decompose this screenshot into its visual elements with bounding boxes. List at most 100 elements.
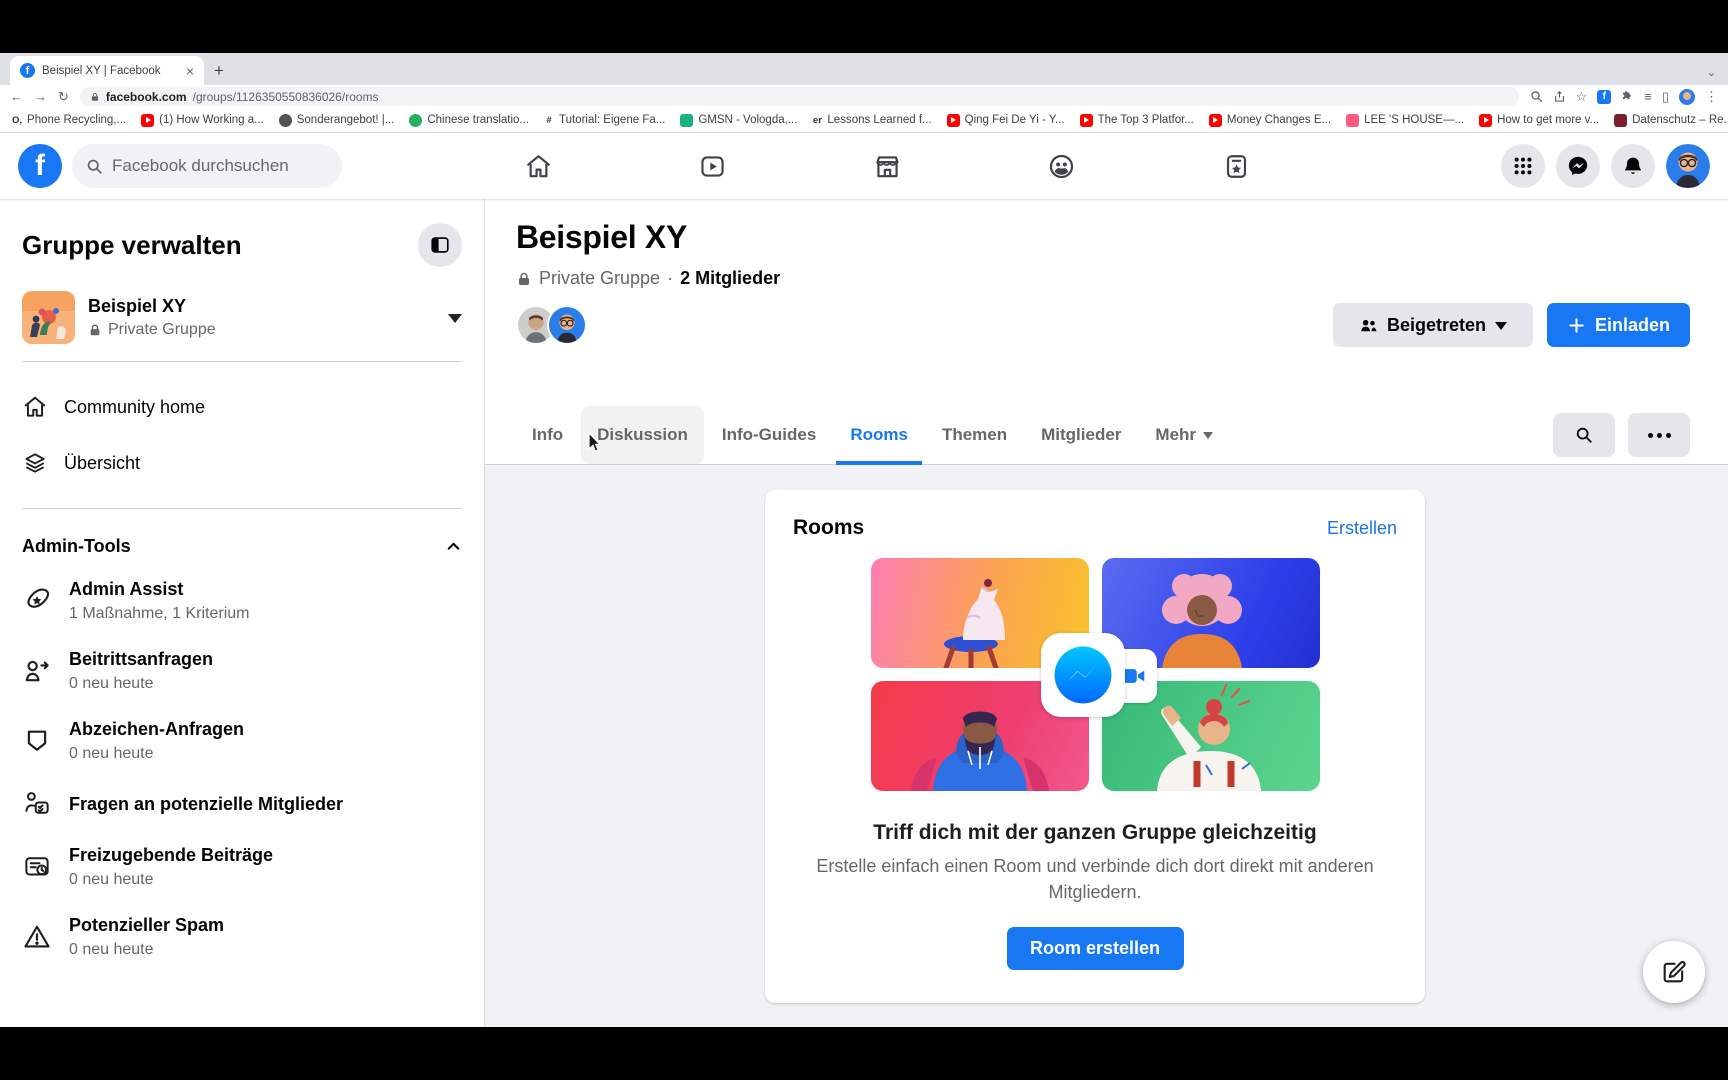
sidebar-item-admin-assist[interactable]: Admin Assist 1 Maßnahme, 1 Kriterium (22, 566, 462, 636)
tab-info-guides[interactable]: Info-Guides (706, 406, 832, 464)
nav-pages[interactable] (1176, 138, 1296, 194)
reading-list-icon[interactable]: ≡ (1644, 90, 1652, 103)
admin-item-label: Potenzieller Spam (69, 915, 225, 935)
create-room-link[interactable]: Erstellen (1327, 518, 1397, 539)
sidebar-item-community-home[interactable]: Community home (22, 379, 462, 435)
bookmark-item[interactable]: Chinese translatio... (409, 113, 529, 127)
bookmark-item[interactable]: How to get more v... (1479, 113, 1599, 127)
admin-assist-icon (27, 588, 50, 608)
notifications-button[interactable] (1611, 144, 1655, 188)
tab-label: Info-Guides (721, 425, 817, 444)
member-questions-icon (25, 792, 49, 814)
bookmark-item[interactable]: Qing Fei De Yi - Y... (946, 113, 1065, 127)
nav-watch[interactable] (653, 138, 773, 194)
browser-tab[interactable]: f Beispiel XY | Facebook × (10, 56, 204, 85)
url-host: facebook.com (105, 89, 187, 104)
create-room-button[interactable]: Room erstellen (1006, 927, 1184, 971)
bookmark-star-icon[interactable]: ☆ (1576, 90, 1588, 103)
bookmark-label: Chinese translatio... (427, 114, 529, 126)
nav-home[interactable] (478, 138, 598, 194)
admin-tools-header[interactable]: Admin-Tools (22, 526, 462, 566)
tab-mitglieder[interactable]: Mitglieder (1025, 406, 1137, 464)
bookmark-item[interactable]: # Tutorial: Eigene Fa... (544, 114, 665, 127)
tab-rooms[interactable]: Rooms (834, 406, 924, 465)
profile-avatar[interactable] (1666, 144, 1710, 188)
browser-menu-kebab-icon[interactable]: ⋮ (1705, 90, 1718, 103)
tab-info[interactable]: Info (516, 406, 579, 464)
joined-button[interactable]: Beigetreten (1333, 303, 1533, 347)
menu-button[interactable] (1501, 144, 1545, 188)
browser-profile-avatar[interactable] (1679, 88, 1695, 105)
address-bar[interactable]: facebook.com/groups/1126350550836026/roo… (79, 87, 1519, 106)
facebook-header: f (0, 133, 1728, 199)
sidebar-item-overview[interactable]: Übersicht (22, 435, 462, 491)
group-cover-thumbnail (22, 291, 75, 344)
back-button[interactable]: ← (10, 90, 23, 103)
compose-button[interactable] (1643, 941, 1705, 1003)
member-avatar[interactable] (547, 305, 587, 345)
invite-button[interactable]: Einladen (1547, 303, 1690, 347)
bookmark-item[interactable]: Datenschutz – Re... (1614, 113, 1728, 127)
sidebar-item-potential-spam[interactable]: Potenzieller Spam 0 neu heute (22, 902, 462, 972)
facebook-logo-icon[interactable]: f (18, 144, 62, 188)
member-avatars[interactable] (516, 305, 587, 345)
maroon-favicon (1614, 113, 1628, 127)
search-input[interactable] (112, 156, 312, 176)
bookmark-item[interactable]: er Lessons Learned f... (812, 114, 932, 127)
facebook-search[interactable] (72, 144, 342, 188)
dark-circle-favicon (278, 113, 292, 127)
bookmark-label: LEE 'S HOUSE—... (1364, 114, 1465, 126)
bookmark-item[interactable]: Money Changes E... (1208, 113, 1331, 127)
admin-item-sub: 1 Maßnahme, 1 Kriterium (69, 605, 250, 622)
people-icon (1361, 319, 1377, 331)
group-search-button[interactable] (1553, 413, 1615, 457)
chevron-down-icon (1495, 321, 1508, 336)
bookmark-item[interactable]: LEE 'S HOUSE—... (1346, 113, 1465, 127)
bookmark-label: Qing Fei De Yi - Y... (964, 114, 1065, 126)
rooms-illustration (870, 558, 1320, 791)
nav-marketplace[interactable] (827, 138, 947, 194)
collapse-sidebar-button[interactable] (418, 223, 462, 267)
group-header: Beispiel XY Private Gruppe · 2 Mitgliede… (485, 199, 1728, 465)
browser-toolbar: ← → ↻ facebook.com/groups/11263505508360… (0, 85, 1728, 108)
bookmark-item[interactable]: (1) How Working a... (141, 113, 264, 127)
bookmark-label: The Top 3 Platfor... (1097, 114, 1194, 126)
tab-search-chevron-icon[interactable]: ⌄ (1707, 66, 1716, 79)
tab-themen[interactable]: Themen (926, 406, 1023, 464)
side-panel-icon[interactable]: ▯ (1662, 90, 1669, 103)
tab-title: Beispiel XY | Facebook (42, 64, 161, 77)
zoom-indicator-icon[interactable] (1530, 90, 1543, 103)
new-tab-button[interactable]: + (214, 62, 224, 79)
browser-window: f Beispiel XY | Facebook × + ⌄ ← → ↻ fac… (0, 53, 1728, 1027)
group-switch-caret-icon[interactable] (448, 313, 462, 330)
messenger-icon (1568, 156, 1588, 176)
sidebar-item-pending-posts[interactable]: Freizugebende Beiträge 0 neu heute (22, 832, 462, 902)
rooms-card: Rooms Erstellen Triff dich mit der ganze… (765, 490, 1425, 1003)
group-selector[interactable]: Beispiel XY Private Gruppe (22, 291, 462, 344)
extensions-puzzle-icon[interactable] (1621, 90, 1634, 103)
member-count-link[interactable]: 2 Mitglieder (680, 268, 780, 289)
bookmark-item[interactable]: O, Phone Recycling,... (12, 114, 126, 127)
page-body: Gruppe verwalten Beispiel XY Private Gru… (0, 199, 1728, 1027)
share-icon[interactable] (1553, 90, 1566, 103)
lock-icon (90, 324, 100, 336)
nav-groups[interactable] (1002, 138, 1122, 194)
sidebar-item-member-questions[interactable]: Fragen an potenzielle Mitglieder (22, 776, 462, 832)
facebook-extension-icon[interactable]: f (1597, 89, 1612, 104)
tab-mehr[interactable]: Mehr (1139, 406, 1229, 464)
reload-button[interactable]: ↻ (58, 90, 69, 103)
sidebar-item-join-requests[interactable]: Beitrittsanfragen 0 neu heute (22, 636, 462, 706)
toolbar-actions: ☆ f ≡ ▯ ⋮ (1530, 88, 1718, 105)
youtube-icon (1208, 113, 1222, 127)
bookmark-item[interactable]: The Top 3 Platfor... (1079, 113, 1194, 127)
group-more-button[interactable] (1628, 413, 1690, 457)
youtube-icon (141, 113, 155, 127)
sidebar-item-badge-requests[interactable]: Abzeichen-Anfragen 0 neu heute (22, 706, 462, 776)
bookmark-item[interactable]: Sonderangebot! |... (278, 113, 394, 127)
tab-close-icon[interactable]: × (186, 64, 194, 78)
bookmark-label: Lessons Learned f... (827, 114, 932, 126)
bookmark-item[interactable]: GMSN - Vologda,... (680, 113, 797, 127)
forward-button[interactable]: → (34, 90, 47, 103)
messenger-button[interactable] (1556, 144, 1600, 188)
admin-tools-title: Admin-Tools (22, 535, 131, 556)
